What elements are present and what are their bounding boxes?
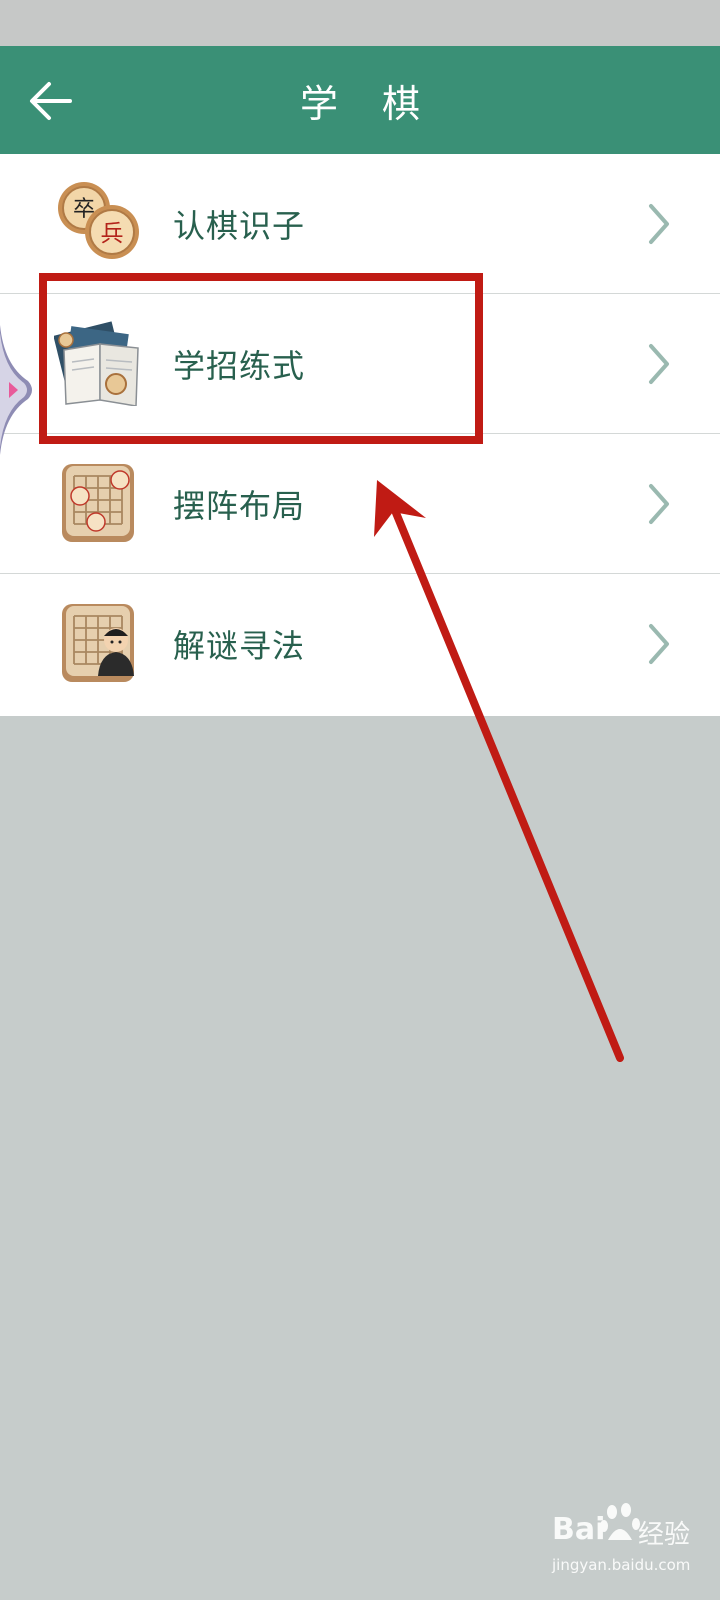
chess-book-icon — [54, 321, 139, 406]
baidu-jingyan-watermark: Bai 经验 jingyan.baidu.com — [552, 1500, 712, 1580]
chevron-right-icon — [649, 484, 669, 524]
status-bar — [0, 0, 720, 46]
menu-list: 卒 兵 认棋识子 学招练式 摆阵布局 解谜寻法 — [0, 154, 720, 716]
menu-item-recognize-pieces[interactable]: 卒 兵 认棋识子 — [0, 154, 720, 294]
menu-item-label: 摆阵布局 — [173, 487, 306, 525]
chess-pieces-icon: 卒 兵 — [58, 182, 139, 259]
app-header: 学 棋 — [0, 46, 720, 154]
menu-item-learn-moves[interactable]: 学招练式 — [0, 294, 720, 434]
side-edge-handle[interactable] — [0, 325, 36, 455]
chess-board-layout-icon — [62, 464, 134, 542]
chevron-right-icon — [649, 344, 669, 384]
chevron-right-icon — [649, 624, 669, 664]
svg-text:兵: 兵 — [101, 221, 124, 247]
menu-item-label: 学招练式 — [173, 347, 306, 385]
menu-item-label: 认棋识子 — [173, 207, 306, 245]
page-title: 学 棋 — [299, 81, 437, 126]
menu-item-solve-puzzles[interactable]: 解谜寻法 — [0, 574, 720, 716]
watermark-brand-cn: 经验 — [638, 1520, 691, 1550]
menu-item-label: 解谜寻法 — [173, 627, 306, 665]
chess-puzzle-icon — [62, 604, 134, 682]
chevron-right-icon — [649, 204, 669, 244]
menu-item-arrange-layout[interactable]: 摆阵布局 — [0, 434, 720, 574]
watermark-url: jingyan.baidu.com — [552, 1556, 691, 1574]
